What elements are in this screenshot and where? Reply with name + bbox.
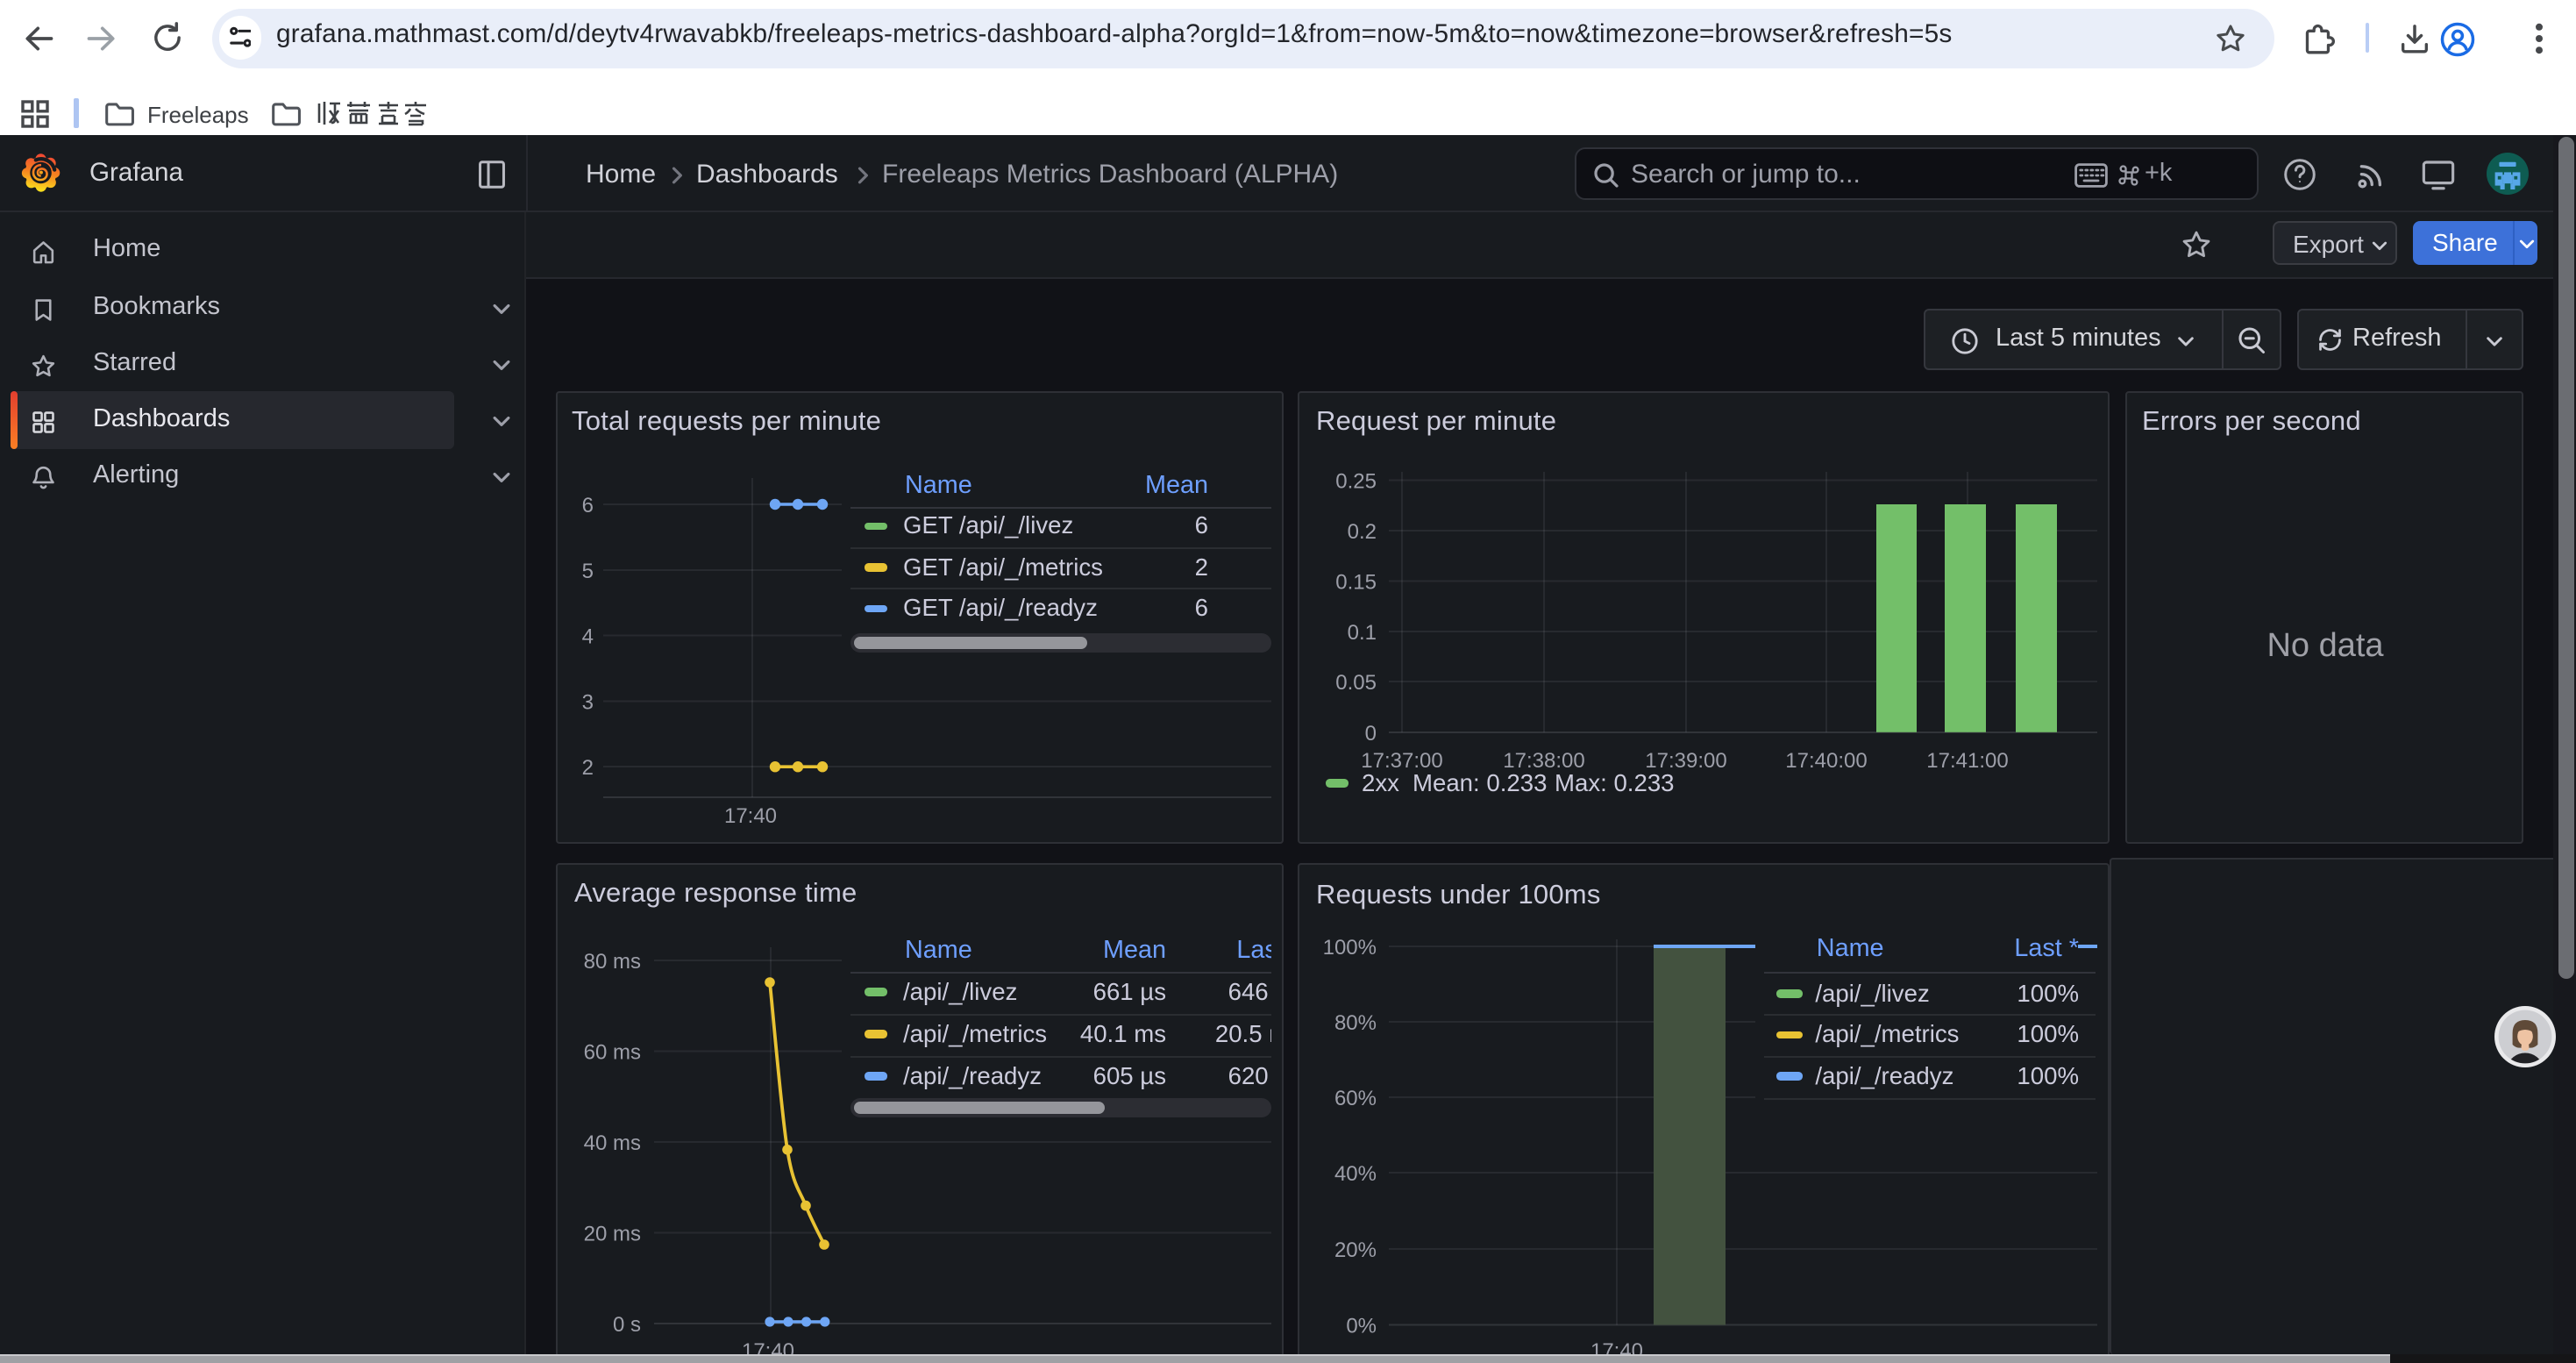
- svg-text:17:40:00: 17:40:00: [1784, 749, 1866, 773]
- svg-text:0.25: 0.25: [1334, 470, 1376, 494]
- svg-text:5: 5: [581, 560, 593, 583]
- svg-text:0.05: 0.05: [1334, 671, 1376, 695]
- svg-text:40%: 40%: [1334, 1161, 1376, 1185]
- svg-text:60 ms: 60 ms: [583, 1040, 640, 1064]
- svg-text:2: 2: [581, 756, 593, 780]
- svg-text:0.15: 0.15: [1334, 570, 1376, 594]
- svg-text:80 ms: 80 ms: [583, 949, 640, 973]
- svg-text:0%: 0%: [1345, 1314, 1376, 1338]
- svg-text:20%: 20%: [1334, 1238, 1376, 1261]
- svg-text:0.2: 0.2: [1347, 520, 1376, 544]
- svg-text:0: 0: [1364, 722, 1376, 746]
- svg-text:6: 6: [581, 494, 593, 517]
- svg-text:40 ms: 40 ms: [583, 1131, 640, 1154]
- svg-text:0 s: 0 s: [612, 1312, 640, 1336]
- svg-text:60%: 60%: [1334, 1086, 1376, 1110]
- svg-text:17:40: 17:40: [723, 804, 776, 828]
- svg-text:3: 3: [581, 690, 593, 714]
- svg-text:4: 4: [581, 625, 593, 649]
- svg-text:20 ms: 20 ms: [583, 1222, 640, 1245]
- svg-text:100%: 100%: [1322, 935, 1376, 959]
- svg-text:80%: 80%: [1334, 1010, 1376, 1034]
- svg-text:0.1: 0.1: [1347, 621, 1376, 645]
- svg-text:17:41:00: 17:41:00: [1925, 749, 2007, 773]
